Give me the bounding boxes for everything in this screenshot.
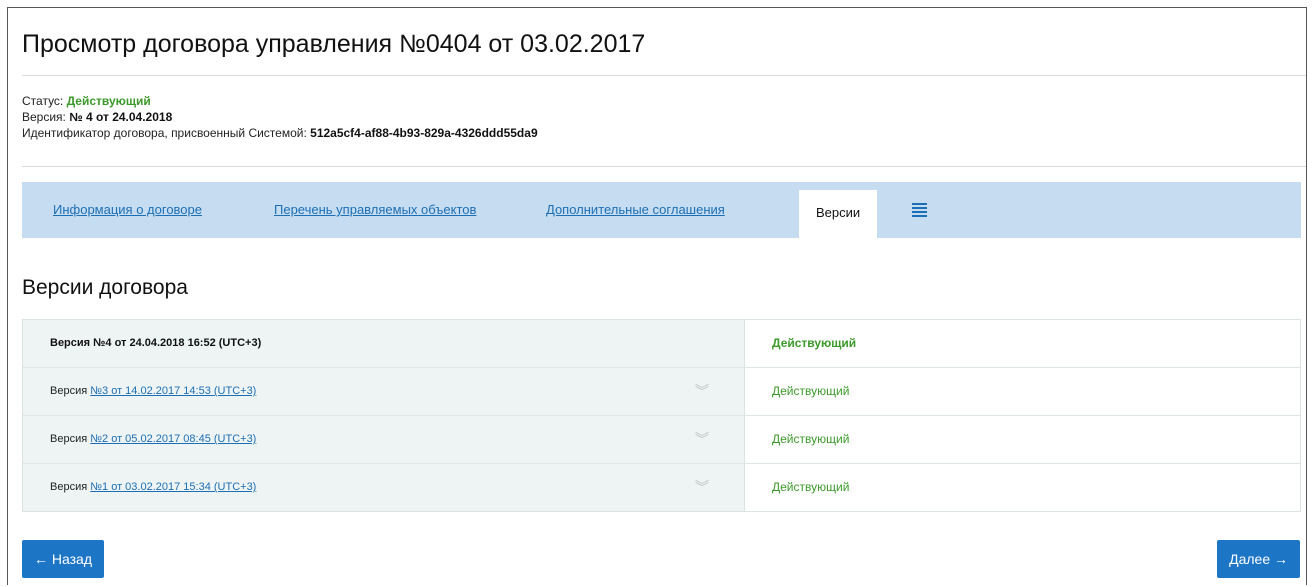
version-label: Версия: <box>22 110 70 124</box>
page-frame: Просмотр договора управления №0404 от 03… <box>7 7 1307 585</box>
back-button[interactable]: ← Назад <box>22 540 105 578</box>
version-status: Действующий <box>772 480 850 494</box>
version-cell: Версия №4 от 24.04.2018 16:52 (UTC+3) <box>23 320 745 367</box>
contract-id-line: Идентификатор договора, присвоенный Сист… <box>22 126 538 140</box>
version-status: Действующий <box>772 432 850 446</box>
table-row: Версия №2 от 05.02.2017 08:45 (UTC+3) ︾ … <box>23 416 1300 464</box>
page-title: Просмотр договора управления №0404 от 03… <box>22 30 646 58</box>
status-label: Статус: <box>22 94 67 108</box>
divider <box>22 166 1306 167</box>
tab-contract-info[interactable]: Информация о договоре <box>53 182 202 238</box>
next-button[interactable]: Далее → <box>1217 540 1300 578</box>
table-row: Версия №1 от 03.02.2017 15:34 (UTC+3) ︾ … <box>23 464 1300 511</box>
version-value: № 4 от 24.04.2018 <box>69 110 173 124</box>
version-cell: Версия №2 от 05.02.2017 08:45 (UTC+3) ︾ <box>23 416 745 463</box>
version-prefix: Версия <box>50 481 91 493</box>
expand-chevron-icon[interactable]: ︾ <box>695 368 709 415</box>
current-version-label: Версия №4 от 24.04.2018 16:52 (UTC+3) <box>50 337 262 349</box>
section-title: Версии договора <box>22 276 188 299</box>
version-link[interactable]: №1 от 03.02.2017 15:34 (UTC+3) <box>90 481 256 493</box>
version-status: Действующий <box>772 336 857 350</box>
tab-additional-agreements[interactable]: Дополнительные соглашения <box>546 182 725 238</box>
versions-table: Версия №4 от 24.04.2018 16:52 (UTC+3) Де… <box>22 319 1301 512</box>
status-line: Статус: Действующий <box>22 94 151 108</box>
version-link[interactable]: №2 от 05.02.2017 08:45 (UTC+3) <box>90 433 256 445</box>
version-cell: Версия №1 от 03.02.2017 15:34 (UTC+3) ︾ <box>23 464 745 511</box>
table-row: Версия №3 от 14.02.2017 14:53 (UTC+3) ︾ … <box>23 368 1300 416</box>
status-value: Действующий <box>66 94 151 108</box>
table-row: Версия №4 от 24.04.2018 16:52 (UTC+3) Де… <box>23 320 1300 368</box>
version-cell: Версия №3 от 14.02.2017 14:53 (UTC+3) ︾ <box>23 368 745 415</box>
expand-chevron-icon[interactable]: ︾ <box>695 416 709 463</box>
tab-bar: Информация о договоре Перечень управляем… <box>22 182 1301 238</box>
version-status: Действующий <box>772 384 850 398</box>
contract-id-value: 512a5cf4-af88-4b93-829a-4326ddd55da9 <box>310 126 538 140</box>
tab-managed-objects[interactable]: Перечень управляемых объектов <box>274 182 476 238</box>
tab-versions[interactable]: Версии <box>799 190 878 238</box>
contract-id-label: Идентификатор договора, присвоенный Сист… <box>22 126 311 140</box>
divider <box>22 75 1306 76</box>
version-prefix: Версия <box>50 385 91 397</box>
expand-chevron-icon[interactable]: ︾ <box>695 464 709 511</box>
version-link[interactable]: №3 от 14.02.2017 14:53 (UTC+3) <box>90 385 256 397</box>
version-prefix: Версия <box>50 433 91 445</box>
list-menu-icon[interactable] <box>912 203 927 219</box>
version-line: Версия: № 4 от 24.04.2018 <box>22 110 172 124</box>
